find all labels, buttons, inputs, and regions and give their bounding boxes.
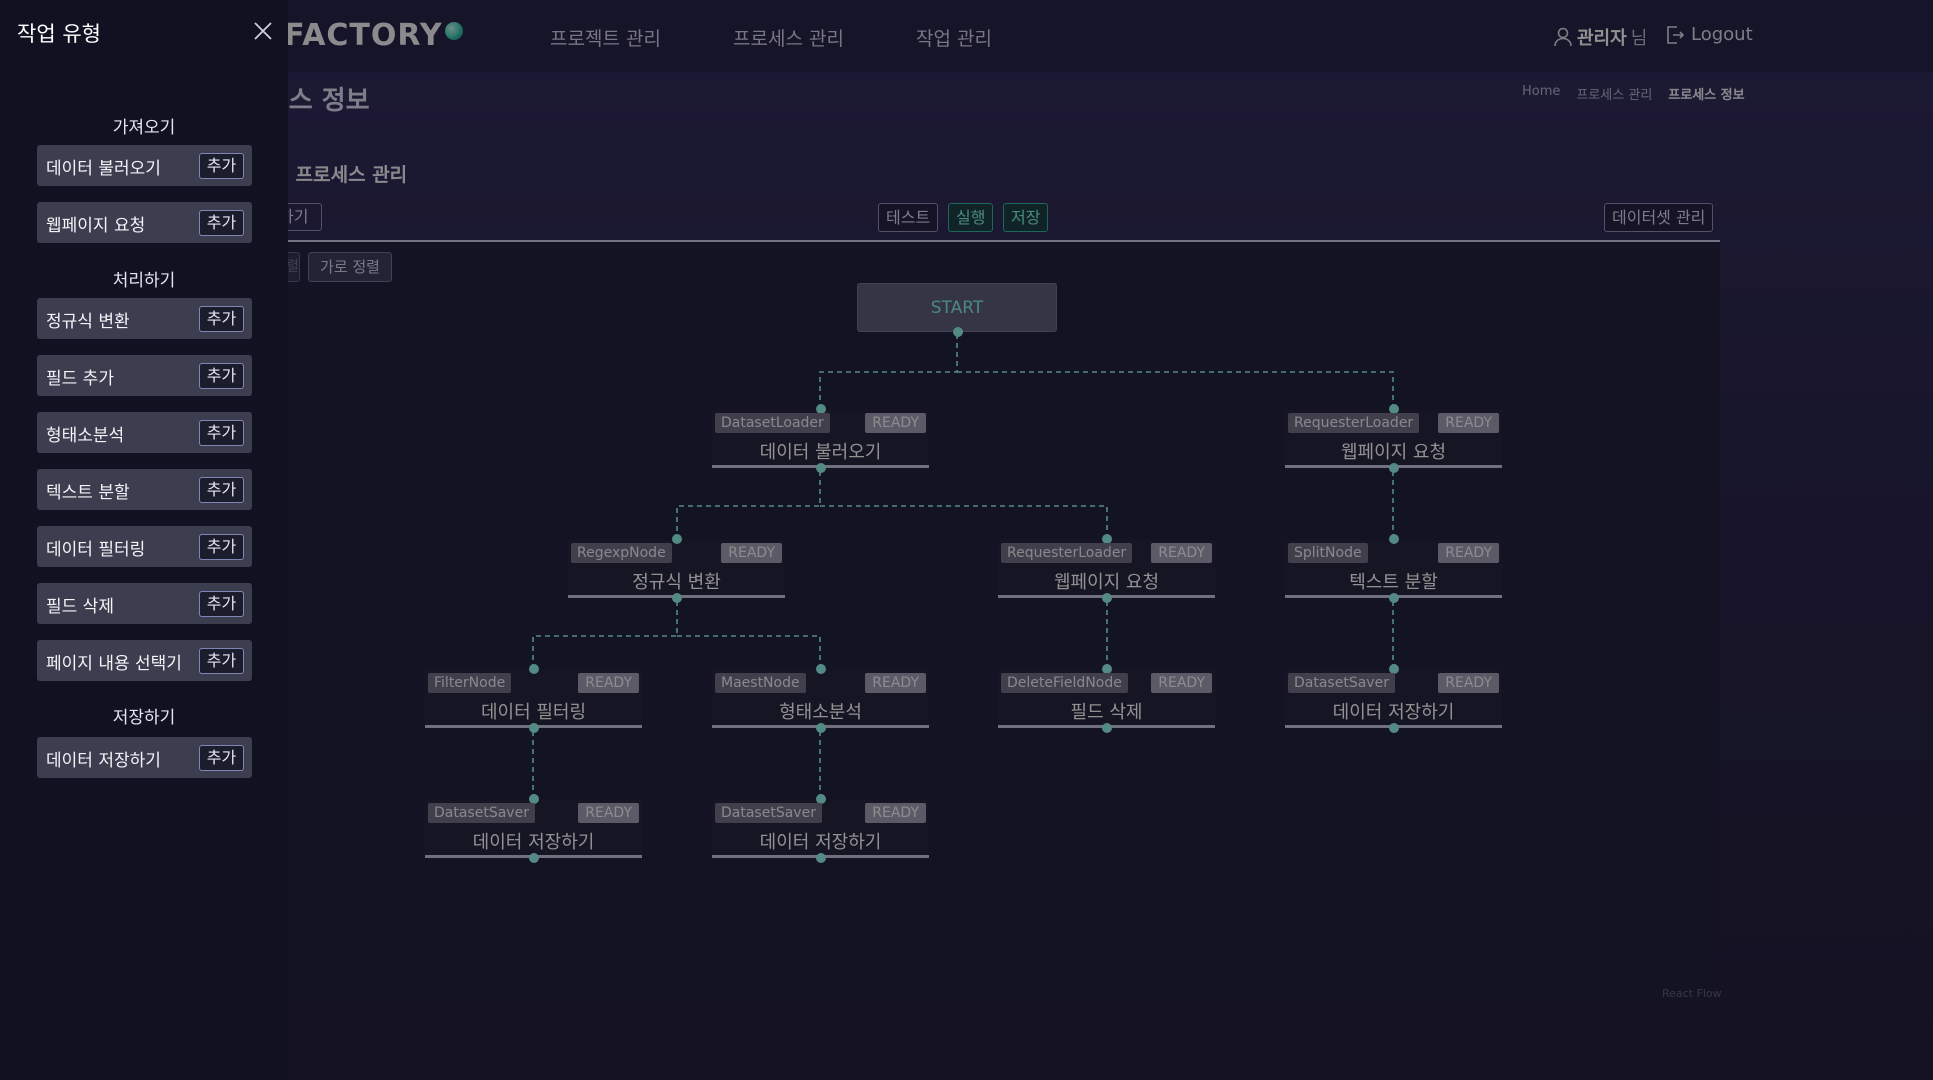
sidebar-item-data-filter: 데이터 필터링 추가 bbox=[37, 526, 252, 567]
sidebar-item-label: 필드 추가 bbox=[46, 369, 114, 389]
add-button[interactable]: 추가 bbox=[199, 306, 244, 332]
sidebar-item-add-field: 필드 추가 추가 bbox=[37, 355, 252, 396]
sidebar-item-label: 웹페이지 요청 bbox=[46, 216, 146, 236]
category-import: 가져오기 bbox=[112, 118, 176, 138]
sidebar-item-text-split: 텍스트 분할 추가 bbox=[37, 469, 252, 510]
sidebar-item-data-load: 데이터 불러오기 추가 bbox=[37, 145, 252, 186]
sidebar-item-delete-field: 필드 삭제 추가 bbox=[37, 583, 252, 624]
sidebar-item-label: 페이지 내용 선택기 bbox=[46, 654, 182, 674]
add-button[interactable]: 추가 bbox=[199, 534, 244, 560]
add-button[interactable]: 추가 bbox=[199, 153, 244, 179]
sidebar-item-label: 데이터 불러오기 bbox=[46, 159, 161, 179]
sidebar-item-label: 정규식 변환 bbox=[46, 312, 130, 332]
add-button[interactable]: 추가 bbox=[199, 745, 244, 771]
sidebar-item-label: 데이터 저장하기 bbox=[46, 751, 161, 771]
job-type-sidebar: 작업 유형 가져오기 데이터 불러오기 추가 웹페이지 요청 추가 처리하기 정… bbox=[0, 0, 288, 1080]
add-button[interactable]: 추가 bbox=[199, 591, 244, 617]
sidebar-item-label: 텍스트 분할 bbox=[46, 483, 130, 503]
sidebar-title: 작업 유형 bbox=[17, 22, 101, 46]
sidebar-item-page-selector: 페이지 내용 선택기 추가 bbox=[37, 640, 252, 681]
modal-overlay[interactable] bbox=[288, 0, 1933, 1080]
category-save: 저장하기 bbox=[112, 708, 176, 728]
category-process: 처리하기 bbox=[112, 271, 176, 291]
sidebar-item-morpheme: 형태소분석 추가 bbox=[37, 412, 252, 453]
add-button[interactable]: 추가 bbox=[199, 420, 244, 446]
close-icon[interactable] bbox=[252, 20, 274, 42]
sidebar-item-label: 필드 삭제 bbox=[46, 597, 114, 617]
sidebar-item-web-request: 웹페이지 요청 추가 bbox=[37, 202, 252, 243]
add-button[interactable]: 추가 bbox=[199, 648, 244, 674]
add-button[interactable]: 추가 bbox=[199, 210, 244, 236]
sidebar-item-data-save: 데이터 저장하기 추가 bbox=[37, 737, 252, 778]
add-button[interactable]: 추가 bbox=[199, 477, 244, 503]
sidebar-item-label: 데이터 필터링 bbox=[46, 540, 146, 560]
add-button[interactable]: 추가 bbox=[199, 363, 244, 389]
sidebar-item-regex: 정규식 변환 추가 bbox=[37, 298, 252, 339]
sidebar-item-label: 형태소분석 bbox=[46, 426, 125, 446]
